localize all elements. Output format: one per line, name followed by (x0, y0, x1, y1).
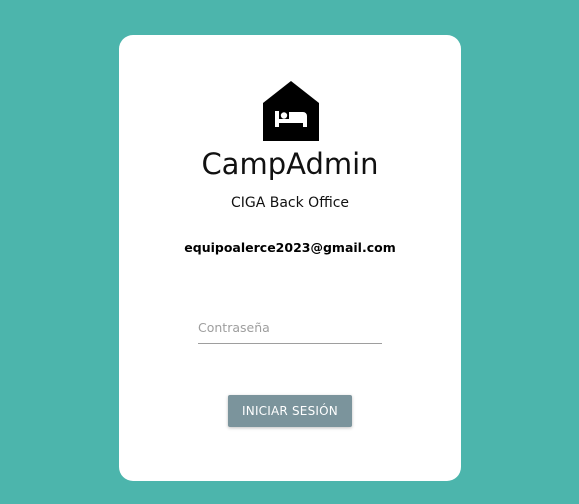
house-bed-icon (263, 81, 319, 141)
app-title: CampAdmin (201, 147, 379, 181)
password-input[interactable] (198, 311, 382, 343)
app-subtitle: CIGA Back Office (230, 195, 350, 211)
login-card: CampAdmin CIGA Back Office equipoalerce2… (119, 35, 461, 481)
login-button[interactable]: INICIAR SESIÓN (228, 395, 352, 427)
password-field (198, 311, 382, 344)
user-email: equipoalerce2023@gmail.com (184, 240, 396, 255)
